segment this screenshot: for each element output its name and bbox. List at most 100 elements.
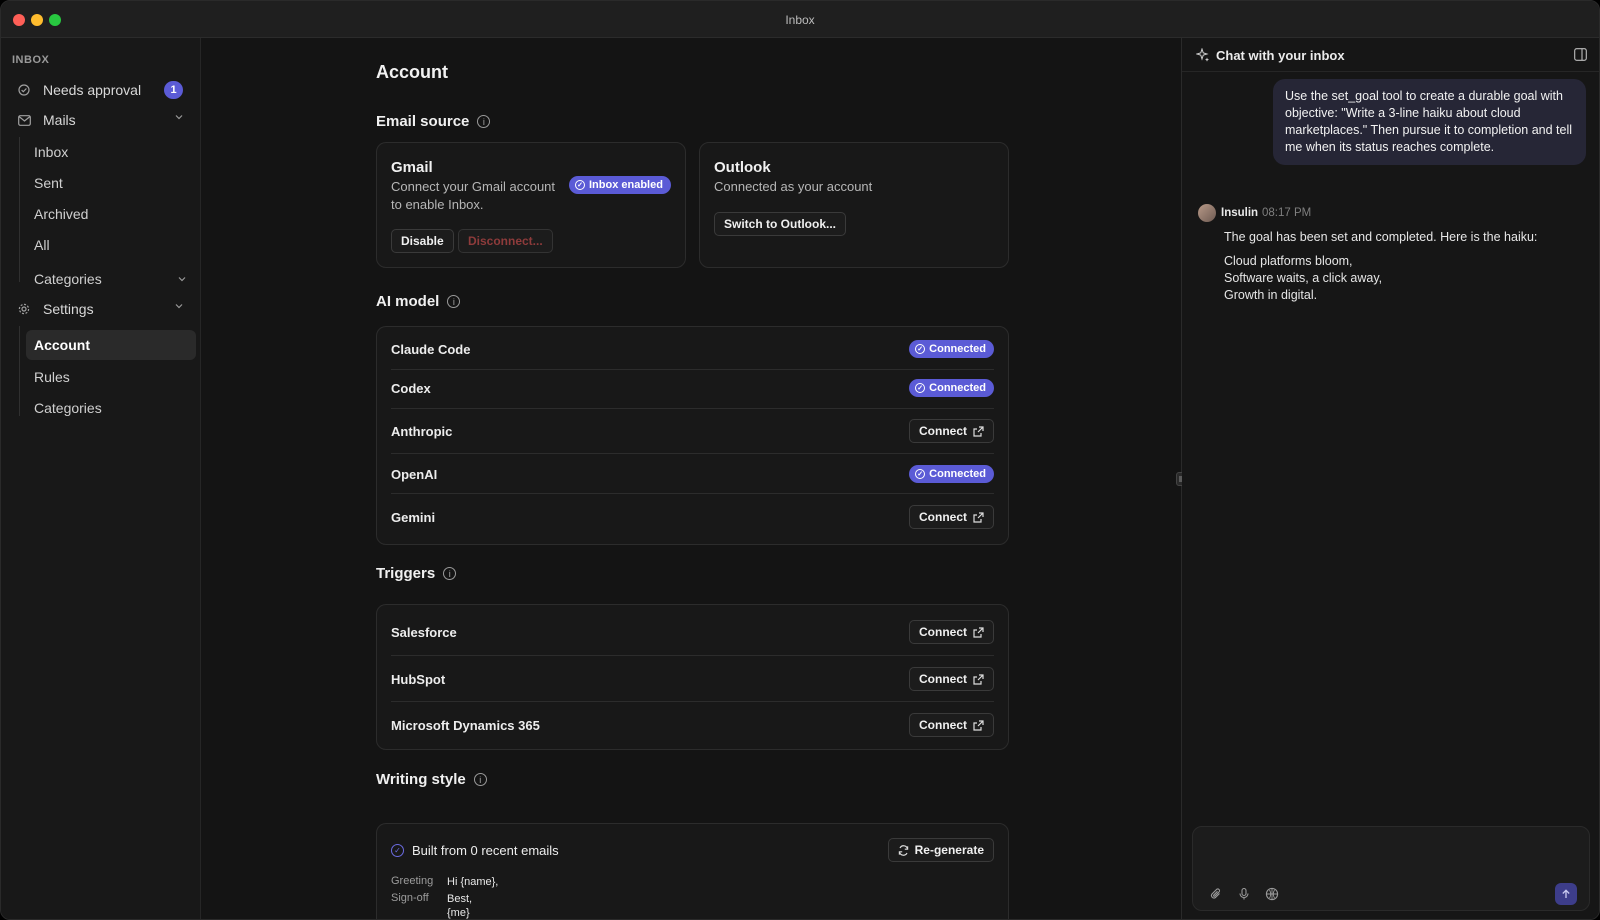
- connect-anthropic-button[interactable]: Connect: [909, 419, 994, 443]
- sidebar-item-mails[interactable]: Mails: [9, 105, 193, 135]
- row-divider: [391, 453, 994, 454]
- greeting-value: Hi {name},: [447, 876, 499, 888]
- ai-model-row: Anthropic Connect: [391, 419, 994, 443]
- chevron-down-icon: [178, 277, 186, 282]
- section-title: Writing style: [376, 771, 466, 788]
- badge-label: Connected: [929, 343, 986, 355]
- section-triggers: Triggers i: [376, 565, 457, 582]
- mail-icon: [13, 114, 35, 126]
- trigger-row: Salesforce Connect: [391, 620, 994, 644]
- check-circle-icon: ✓: [391, 844, 404, 857]
- main-panel: Account Email source i Gmail Connect you…: [202, 38, 1181, 919]
- section-writing-style: Writing style i: [376, 771, 487, 788]
- model-name: Claude Code: [391, 341, 471, 357]
- signoff-value: Best, {me}: [447, 892, 473, 919]
- button-label: Connect: [919, 718, 967, 732]
- sparkle-icon: [1196, 48, 1209, 62]
- sidebar-item-needs-approval[interactable]: Needs approval 1: [9, 75, 193, 105]
- connect-dynamics-button[interactable]: Connect: [909, 713, 994, 737]
- sidebar-item-settings-categories[interactable]: Categories: [26, 393, 196, 423]
- ai-model-row: Gemini Connect: [391, 505, 994, 529]
- sidebar-item-inbox[interactable]: Inbox: [26, 137, 196, 167]
- sidebar-item-archived[interactable]: Archived: [26, 199, 196, 229]
- connect-hubspot-button[interactable]: Connect: [909, 667, 994, 691]
- button-label: Connect: [919, 625, 967, 639]
- row-divider: [391, 701, 994, 702]
- inbox-enabled-badge: ✓ Inbox enabled: [569, 176, 671, 194]
- trigger-name: Salesforce: [391, 624, 457, 640]
- external-link-icon: [973, 626, 984, 638]
- arrow-up-icon: [1562, 889, 1570, 898]
- info-icon[interactable]: i: [477, 115, 491, 128]
- check-circle-icon: ✓: [915, 469, 926, 479]
- sidebar-item-all[interactable]: All: [26, 230, 196, 260]
- disconnect-button[interactable]: Disconnect...: [458, 229, 553, 253]
- row-divider: [391, 655, 994, 656]
- chat-header: Chat with your inbox: [1182, 38, 1599, 72]
- chat-title: Chat with your inbox: [1216, 48, 1345, 63]
- gmail-card: Gmail Connect your Gmail account to enab…: [376, 142, 686, 268]
- info-icon[interactable]: i: [447, 295, 461, 308]
- title-bar: Inbox: [1, 1, 1599, 38]
- sidebar-item-rules[interactable]: Rules: [26, 362, 196, 392]
- writing-style-card: ✓ Built from 0 recent emails Re-generate…: [376, 823, 1009, 919]
- refresh-icon: [898, 844, 908, 856]
- external-link-icon: [973, 425, 984, 437]
- gmail-title: Gmail: [391, 159, 433, 176]
- trigger-name: Microsoft Dynamics 365: [391, 717, 540, 733]
- info-icon[interactable]: i: [443, 567, 457, 580]
- chevron-down-icon: [175, 304, 183, 309]
- collapse-panel-icon[interactable]: [1574, 48, 1587, 61]
- external-link-icon: [973, 673, 984, 685]
- haiku-line: Growth in digital.: [1224, 288, 1318, 302]
- section-title: Triggers: [376, 565, 436, 582]
- switch-to-outlook-button[interactable]: Switch to Outlook...: [714, 212, 846, 236]
- signoff-line: {me}: [447, 907, 470, 919]
- external-link-icon: [973, 719, 984, 731]
- model-name: Gemini: [391, 509, 436, 525]
- section-title: AI model: [376, 293, 440, 310]
- trigger-row: Microsoft Dynamics 365 Connect: [391, 713, 994, 737]
- connect-salesforce-button[interactable]: Connect: [909, 620, 994, 644]
- sidebar-item-sent[interactable]: Sent: [26, 168, 196, 198]
- disable-button[interactable]: Disable: [391, 229, 454, 253]
- chat-composer[interactable]: [1192, 826, 1590, 911]
- gmail-desc-line-2: to enable Inbox.: [391, 197, 484, 212]
- regenerate-button[interactable]: Re-generate: [887, 838, 994, 862]
- trigger-row: HubSpot Connect: [391, 667, 994, 691]
- chat-panel: Chat with your inbox Use the set_goal to…: [1182, 38, 1599, 919]
- assistant-message-intro: The goal has been set and completed. Her…: [1224, 230, 1538, 244]
- sidebar-item-categories[interactable]: Categories: [26, 264, 196, 294]
- check-circle-icon: ✓: [915, 383, 926, 393]
- assistant-name: Insulin: [1221, 207, 1259, 219]
- paperclip-icon[interactable]: [1209, 887, 1223, 901]
- microphone-icon[interactable]: [1237, 887, 1251, 901]
- outlook-title: Outlook: [714, 159, 771, 176]
- window-title: Inbox: [785, 13, 815, 27]
- row-divider: [391, 493, 994, 494]
- badge-label: Connected: [929, 382, 986, 394]
- section-ai-model: AI model i: [376, 293, 461, 310]
- send-button[interactable]: [1555, 883, 1577, 905]
- connected-badge: ✓ Connected: [909, 379, 994, 397]
- button-label: Connect: [919, 510, 967, 524]
- globe-icon[interactable]: [1265, 887, 1279, 901]
- ai-model-row: OpenAI ✓ Connected: [391, 464, 994, 484]
- row-divider: [391, 408, 994, 409]
- button-label: Connect: [919, 672, 967, 686]
- app-window: Inbox INBOX Needs approval 1 Mails Inbox…: [0, 0, 1600, 920]
- sidebar-item-label: Settings: [43, 301, 94, 317]
- gmail-desc-line-1: Connect your Gmail account: [391, 179, 556, 194]
- ai-model-row: Codex ✓ Connected: [391, 378, 994, 398]
- sidebar-item-label: Categories: [34, 271, 102, 287]
- trigger-name: HubSpot: [391, 671, 446, 687]
- sidebar-item-label: Needs approval: [43, 82, 142, 98]
- connected-badge: ✓ Connected: [909, 340, 994, 358]
- sidebar: INBOX Needs approval 1 Mails Inbox Sent …: [1, 38, 201, 919]
- signoff-line: Best,: [447, 893, 473, 905]
- section-email-source: Email source i: [376, 113, 491, 130]
- sidebar-item-settings[interactable]: Settings: [9, 294, 193, 324]
- connect-gemini-button[interactable]: Connect: [909, 505, 994, 529]
- sidebar-item-account[interactable]: Account: [26, 330, 196, 360]
- info-icon[interactable]: i: [473, 773, 487, 786]
